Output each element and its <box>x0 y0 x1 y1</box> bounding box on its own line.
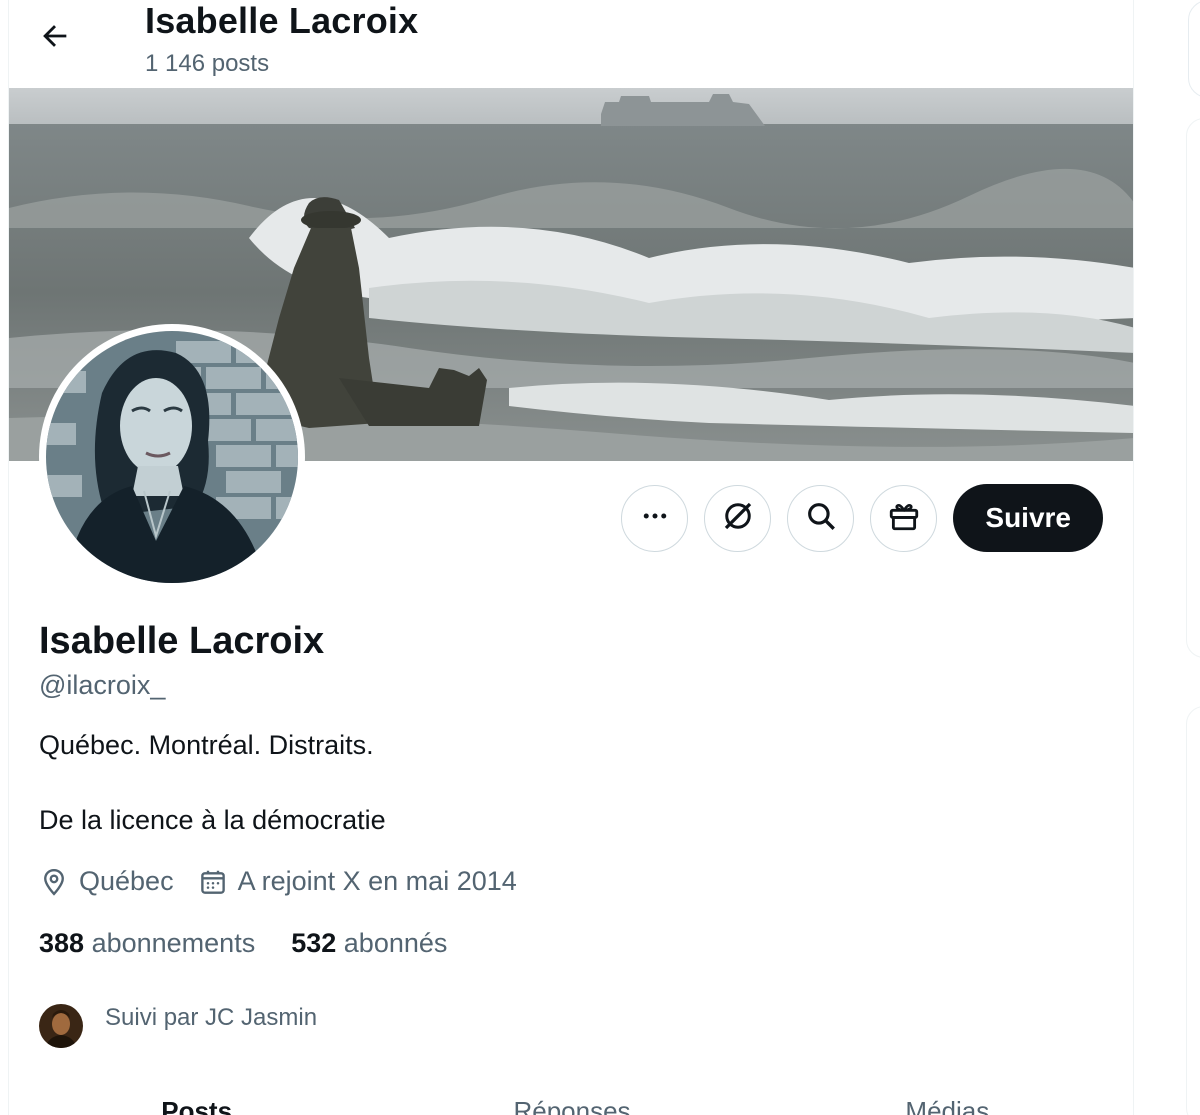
location-pin-icon <box>39 867 69 897</box>
location: Québec <box>39 866 174 897</box>
tab-media[interactable]: Médias <box>760 1090 1133 1115</box>
search-icon <box>804 499 838 538</box>
profile-actions: Suivre <box>621 484 1103 552</box>
profile-avatar[interactable] <box>39 324 305 590</box>
profile-column: Isabelle Lacroix 1 146 posts Suivre Isab… <box>8 0 1134 1115</box>
followers-link[interactable]: 532 abonnés <box>291 928 447 959</box>
following-link[interactable]: 388 abonnements <box>39 928 255 959</box>
more-icon <box>640 501 670 536</box>
search-button[interactable] <box>787 484 855 552</box>
following-count: 388 <box>39 928 85 958</box>
followed-by[interactable]: Suivi par JC Jasmin <box>39 988 317 1048</box>
back-button[interactable] <box>31 14 79 62</box>
grok-icon <box>720 498 756 539</box>
profile-header: Isabelle Lacroix 1 146 posts <box>9 0 1133 88</box>
profile-meta: Québec A rejoint X en mai 2014 <box>39 866 541 897</box>
arrow-left-icon <box>38 19 72 58</box>
header-title: Isabelle Lacroix <box>145 0 419 41</box>
sidebar-panel-secondary <box>1186 706 1200 1115</box>
gift-icon <box>887 499 921 538</box>
calendar-icon <box>198 867 228 897</box>
post-count: 1 146 posts <box>145 50 270 77</box>
sidebar-panel <box>1186 118 1200 658</box>
profile-bio-line2: De la licence à la démocratie <box>39 805 386 835</box>
followed-by-text: Suivi par JC Jasmin <box>105 1004 318 1031</box>
sidebar-search-box[interactable] <box>1188 0 1200 98</box>
follow-stats: 388 abonnements 532 abonnés <box>39 928 483 959</box>
join-date-text: A rejoint X en mai 2014 <box>237 866 517 896</box>
followers-count: 532 <box>291 928 337 958</box>
profile-handle: @ilacroix_ <box>39 670 166 700</box>
gift-button[interactable] <box>870 484 938 552</box>
follow-button[interactable]: Suivre <box>953 484 1103 552</box>
tab-posts[interactable]: Posts <box>9 1090 384 1115</box>
grok-button[interactable] <box>704 484 772 552</box>
location-text: Québec <box>79 866 174 896</box>
follower-avatar <box>39 1004 83 1048</box>
join-date: A rejoint X en mai 2014 <box>198 866 517 897</box>
tab-replies[interactable]: Réponses <box>384 1090 759 1115</box>
more-button[interactable] <box>621 484 689 552</box>
following-label: abonnements <box>91 928 256 958</box>
followers-label: abonnés <box>343 928 448 958</box>
profile-bio-line1: Québec. Montréal. Distraits. <box>39 730 374 760</box>
profile-name: Isabelle Lacroix <box>39 620 325 662</box>
profile-tabs: Posts Réponses Médias <box>9 1090 1133 1115</box>
